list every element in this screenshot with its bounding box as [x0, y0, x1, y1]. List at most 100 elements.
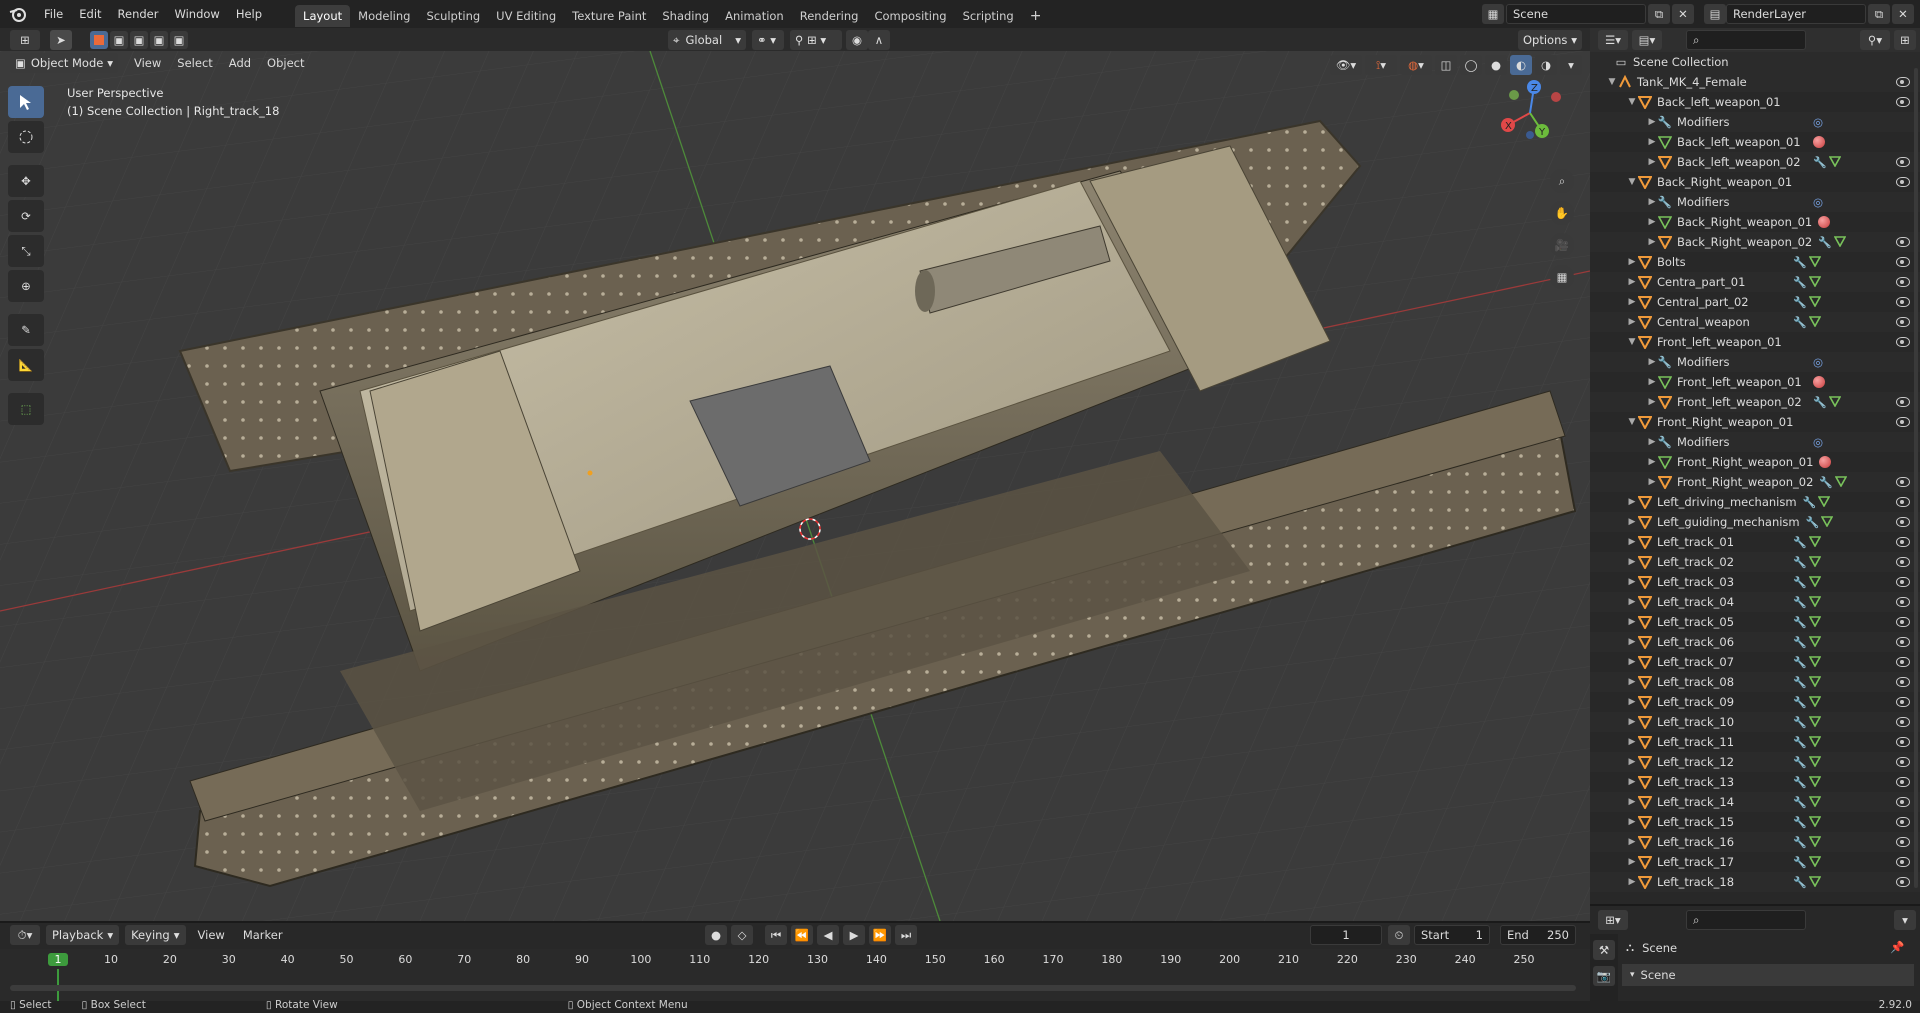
- mesh-data-icon[interactable]: [1808, 735, 1822, 750]
- pan-hand-icon[interactable]: ✋: [1550, 201, 1574, 225]
- transform-tool-icon[interactable]: ⊕: [8, 270, 44, 302]
- play-icon[interactable]: ▶: [843, 925, 865, 945]
- modifier-wrench-icon[interactable]: 🔧: [1793, 836, 1807, 849]
- collapsed-arrow-icon[interactable]: ▶: [1646, 157, 1658, 167]
- outliner-search-input[interactable]: ⌕: [1686, 30, 1806, 50]
- scene-close-icon[interactable]: ✕: [1672, 4, 1694, 24]
- tool-tab-icon[interactable]: ⚒: [1593, 940, 1615, 960]
- collapsed-arrow-icon[interactable]: ▶: [1626, 677, 1638, 687]
- scene-browse-icon[interactable]: ▦: [1482, 4, 1504, 24]
- zoom-icon[interactable]: ⌕: [1550, 169, 1574, 193]
- mesh-data-icon[interactable]: [1808, 835, 1822, 850]
- outliner-row[interactable]: ▼ Tank_MK_4_Female: [1590, 72, 1920, 92]
- modifier-wrench-icon[interactable]: 🔧: [1793, 276, 1807, 289]
- visibility-eye-icon[interactable]: [1896, 237, 1910, 247]
- modifier-wrench-icon[interactable]: 🔧: [1793, 756, 1807, 769]
- modifier-wrench-icon[interactable]: 🔧: [1803, 496, 1817, 509]
- current-frame-field[interactable]: 1: [1310, 925, 1382, 945]
- mesh-data-icon[interactable]: [1808, 255, 1822, 270]
- visibility-eye-icon[interactable]: [1896, 637, 1910, 647]
- visibility-eye-icon[interactable]: [1896, 297, 1910, 307]
- visibility-eye-icon[interactable]: [1896, 497, 1910, 507]
- timeline-menu-playback[interactable]: Playback ▾: [46, 925, 120, 945]
- visibility-eye-icon[interactable]: [1896, 717, 1910, 727]
- outliner-row[interactable]: ▶ Left_track_04 🔧: [1590, 592, 1920, 612]
- select-intersect-icon[interactable]: ▣: [170, 31, 188, 49]
- properties-options-icon[interactable]: ▾: [1894, 910, 1916, 930]
- timeline-menu-keying[interactable]: Keying ▾: [125, 925, 186, 945]
- editor-type-icon[interactable]: ⊞: [10, 30, 40, 50]
- collapsed-arrow-icon[interactable]: ▶: [1626, 737, 1638, 747]
- modifier-wrench-icon[interactable]: 🔧: [1818, 236, 1832, 249]
- outliner-row[interactable]: ▶ Left_track_06 🔧: [1590, 632, 1920, 652]
- collapsed-arrow-icon[interactable]: ▶: [1626, 497, 1638, 507]
- timeline-scrollbar[interactable]: [10, 985, 1576, 991]
- outliner-row[interactable]: ▶ 🔧 Modifiers ◎: [1590, 432, 1920, 452]
- collapsed-arrow-icon[interactable]: ▶: [1626, 837, 1638, 847]
- record-icon[interactable]: ●: [705, 925, 727, 945]
- navigation-gizmo[interactable]: X Y Z: [1490, 73, 1570, 153]
- collapsed-arrow-icon[interactable]: ▶: [1646, 137, 1658, 147]
- timeline-menu-marker[interactable]: Marker: [237, 928, 289, 942]
- xray-toggle-icon[interactable]: ◫: [1435, 55, 1457, 75]
- modifier-wrench-icon[interactable]: 🔧: [1793, 556, 1807, 569]
- rendered-shading-icon[interactable]: ◑: [1535, 55, 1557, 75]
- outliner-row[interactable]: ▶ Back_Right_weapon_02 🔧: [1590, 232, 1920, 252]
- menu-file[interactable]: File: [36, 0, 71, 28]
- pivot-dropdown[interactable]: ⚭ ▾: [752, 30, 784, 50]
- tab-modeling[interactable]: Modeling: [350, 5, 418, 27]
- collapsed-arrow-icon[interactable]: ▶: [1626, 257, 1638, 267]
- outliner-scrollbar[interactable]: [1914, 68, 1918, 888]
- new-collection-icon[interactable]: ⊞: [1894, 30, 1916, 50]
- scale-tool-icon[interactable]: ⤡: [8, 235, 44, 267]
- modifier-wrench-icon[interactable]: 🔧: [1806, 516, 1820, 529]
- collapsed-arrow-icon[interactable]: ▶: [1626, 757, 1638, 767]
- outliner-row[interactable]: ▶ Centra_part_01 🔧: [1590, 272, 1920, 292]
- select-extend-icon[interactable]: ▣: [110, 31, 128, 49]
- viewlayer-new-icon[interactable]: ⧉: [1868, 4, 1890, 24]
- modifier-settings-icon[interactable]: ◎: [1813, 115, 1823, 129]
- visibility-eye-icon[interactable]: [1896, 577, 1910, 587]
- filter-icon[interactable]: ⚲▾: [1860, 30, 1890, 50]
- visibility-eye-icon[interactable]: [1896, 337, 1910, 347]
- tab-sculpting[interactable]: Sculpting: [418, 5, 488, 27]
- add-workspace-button[interactable]: +: [1022, 5, 1050, 27]
- expanded-arrow-icon[interactable]: ▼: [1626, 417, 1638, 427]
- outliner-row[interactable]: ▼ Front_left_weapon_01: [1590, 332, 1920, 352]
- shading-options-icon[interactable]: ▾: [1560, 55, 1582, 75]
- tab-shading[interactable]: Shading: [654, 5, 717, 27]
- menu-window[interactable]: Window: [166, 0, 227, 28]
- outliner-row[interactable]: ▼ Front_Right_weapon_01: [1590, 412, 1920, 432]
- tab-uv-editing[interactable]: UV Editing: [488, 5, 564, 27]
- mesh-data-icon[interactable]: [1808, 635, 1822, 650]
- outliner-row[interactable]: ▶ Left_track_07 🔧: [1590, 652, 1920, 672]
- visibility-eye-icon[interactable]: [1896, 817, 1910, 827]
- visibility-eye-icon[interactable]: [1896, 97, 1910, 107]
- mesh-data-icon[interactable]: [1808, 715, 1822, 730]
- collapsed-arrow-icon[interactable]: ▶: [1626, 877, 1638, 887]
- visibility-eye-icon[interactable]: [1896, 397, 1910, 407]
- collapsed-arrow-icon[interactable]: ▶: [1626, 517, 1638, 527]
- mesh-data-icon[interactable]: [1808, 295, 1822, 310]
- outliner-row[interactable]: ▶ Left_track_15 🔧: [1590, 812, 1920, 832]
- collapsed-arrow-icon[interactable]: ▶: [1626, 617, 1638, 627]
- menu-edit[interactable]: Edit: [71, 0, 109, 28]
- modifier-wrench-icon[interactable]: 🔧: [1793, 816, 1807, 829]
- mesh-data-icon[interactable]: [1828, 155, 1842, 170]
- annotate-tool-icon[interactable]: ✎: [8, 314, 44, 346]
- visibility-eye-icon[interactable]: [1896, 617, 1910, 627]
- outliner-row[interactable]: ▶ Left_track_11 🔧: [1590, 732, 1920, 752]
- select-invert-icon[interactable]: ▣: [150, 31, 168, 49]
- outliner-row[interactable]: ▼ Back_Right_weapon_01: [1590, 172, 1920, 192]
- visibility-eye-icon[interactable]: [1896, 797, 1910, 807]
- collapsed-arrow-icon[interactable]: ▶: [1646, 377, 1658, 387]
- collapsed-arrow-icon[interactable]: ▶: [1626, 317, 1638, 327]
- collapsed-arrow-icon[interactable]: ▶: [1646, 457, 1658, 467]
- modifier-wrench-icon[interactable]: 🔧: [1793, 676, 1807, 689]
- visibility-eye-icon[interactable]: [1896, 157, 1910, 167]
- ortho-toggle-icon[interactable]: ▦: [1550, 265, 1574, 289]
- proportional-edit-icon[interactable]: ◉: [846, 30, 868, 50]
- material-icon[interactable]: [1813, 136, 1825, 148]
- collapsed-arrow-icon[interactable]: ▶: [1626, 797, 1638, 807]
- outliner-row[interactable]: ▶ Back_left_weapon_01: [1590, 132, 1920, 152]
